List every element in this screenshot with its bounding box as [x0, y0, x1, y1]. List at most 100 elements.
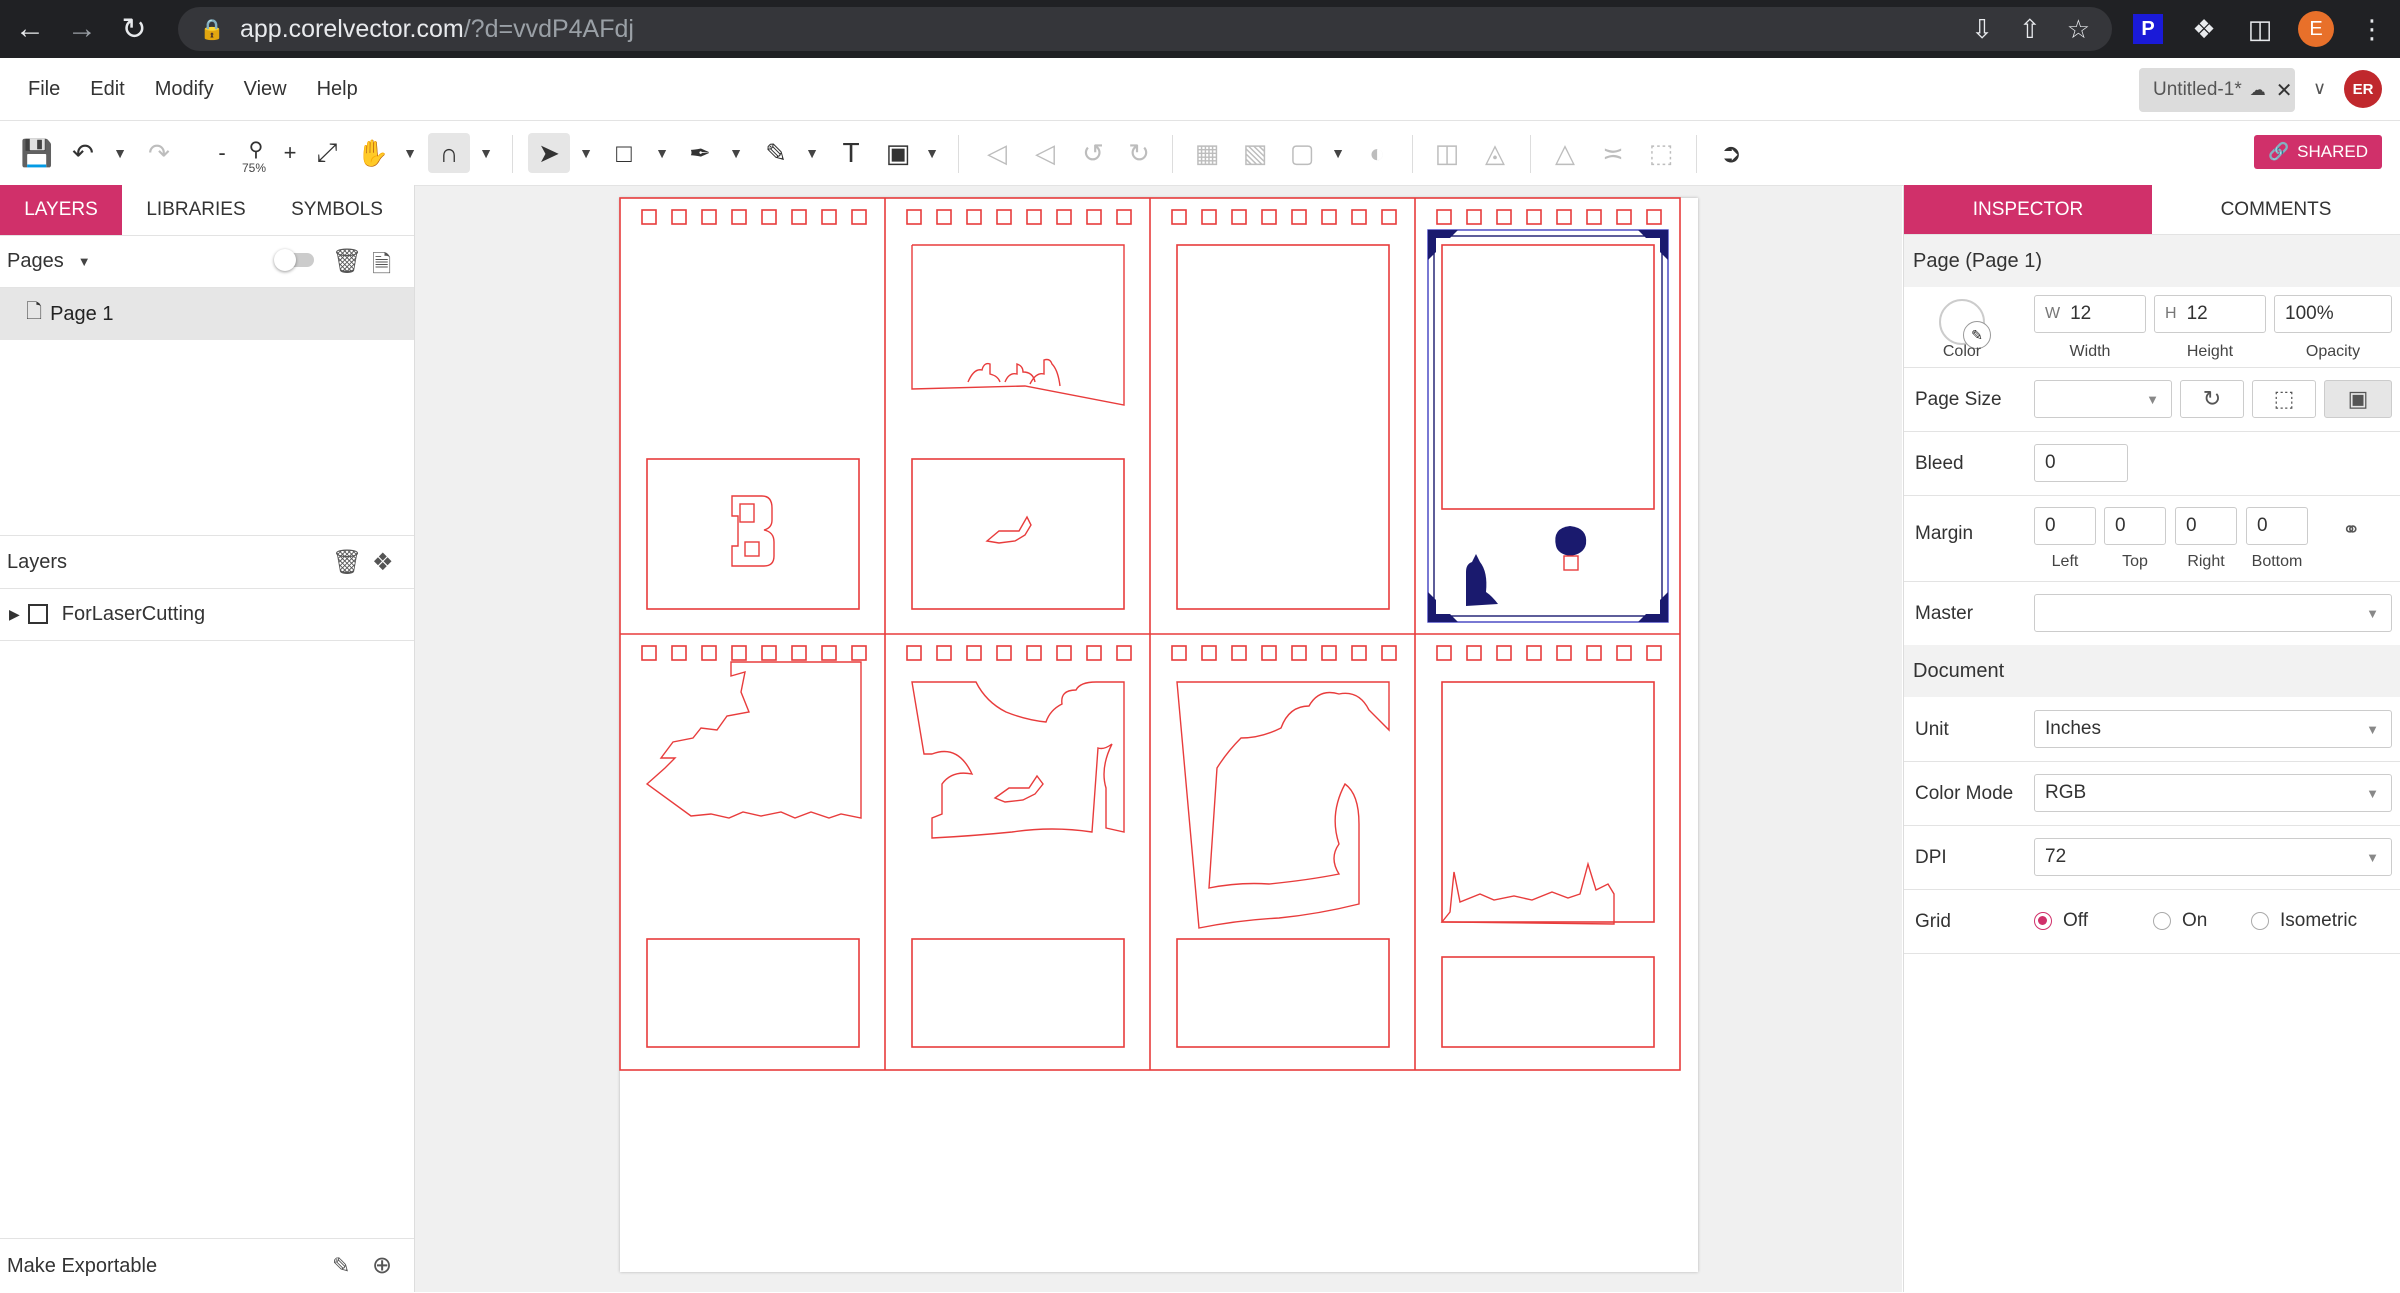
tab-layers[interactable]: LAYERS: [0, 185, 122, 235]
profile-avatar[interactable]: E: [2288, 0, 2344, 58]
hand-tool-icon[interactable]: ✋: [356, 133, 390, 173]
tabs-chevron-icon[interactable]: ∨: [2313, 78, 2326, 99]
sprocket-hole: [1646, 209, 1662, 225]
zoom-out-icon[interactable]: -: [210, 133, 234, 173]
margin-top-input[interactable]: 0: [2104, 507, 2166, 545]
snap-dropdown-icon[interactable]: ▼: [476, 133, 496, 173]
height-input[interactable]: H 12: [2154, 295, 2266, 333]
sprocket-hole: [821, 645, 837, 661]
undo-icon[interactable]: ↶: [66, 133, 100, 173]
sprocket-hole: [1351, 645, 1367, 661]
undo-dropdown-icon[interactable]: ▼: [110, 133, 130, 173]
extensions-puzzle-icon[interactable]: ❖: [2176, 0, 2232, 58]
menu-edit[interactable]: Edit: [90, 78, 124, 101]
page-color-swatch[interactable]: ✎: [1939, 299, 1991, 349]
tab-comments[interactable]: COMMENTS: [2152, 185, 2400, 235]
sprocket-hole: [1086, 209, 1102, 225]
master-select[interactable]: ▼: [2034, 594, 2392, 632]
bookmark-star-icon[interactable]: ☆: [2067, 14, 2090, 45]
pencil-dropdown-icon[interactable]: ▼: [802, 133, 822, 173]
dpi-select[interactable]: 72 ▼: [2034, 838, 2392, 876]
install-icon[interactable]: ⇩: [1971, 14, 1993, 45]
pen-tool-icon[interactable]: ✒: [682, 133, 718, 173]
canvas-area[interactable]: [415, 186, 1902, 1292]
image-tool-icon[interactable]: ▣: [880, 133, 916, 173]
selection-frame[interactable]: [1427, 229, 1669, 623]
menu-view[interactable]: View: [244, 78, 287, 101]
chrome-menu-icon[interactable]: ⋮: [2344, 0, 2400, 58]
margin-bottom-input[interactable]: 0: [2246, 507, 2308, 545]
url-text[interactable]: app.corelvector.com/?d=vvdP4AFdj: [240, 15, 634, 44]
pointer-tool-icon[interactable]: ➤: [528, 133, 570, 173]
color-mode-select[interactable]: RGB ▼: [2034, 774, 2392, 812]
unit-select[interactable]: Inches ▼: [2034, 710, 2392, 748]
share-icon[interactable]: ⇧: [2019, 14, 2041, 45]
width-input[interactable]: W 12: [2034, 295, 2146, 333]
sprocket-hole: [1381, 645, 1397, 661]
grid-on-radio[interactable]: [2153, 912, 2171, 930]
sprocket-hole: [936, 645, 952, 661]
artwork[interactable]: [415, 186, 1902, 1292]
margin-right-input[interactable]: 0: [2175, 507, 2237, 545]
user-avatar[interactable]: ER: [2344, 70, 2382, 108]
menu-help[interactable]: Help: [317, 78, 358, 101]
delete-layer-icon[interactable]: 🗑: [332, 548, 362, 577]
sprocket-hole: [1056, 209, 1072, 225]
delete-page-icon[interactable]: 🗑: [332, 247, 362, 276]
close-tab-icon[interactable]: ✕: [2276, 78, 2293, 103]
pencil-tool-icon[interactable]: ✎: [758, 133, 794, 173]
back-icon[interactable]: ←: [8, 7, 52, 51]
shared-button[interactable]: 🔗 SHARED: [2254, 135, 2382, 169]
address-bar[interactable]: 🔒 app.corelvector.com/?d=vvdP4AFdj ⇩ ⇧ ☆: [178, 7, 2112, 51]
sprocket-hole: [1616, 645, 1632, 661]
forward-icon[interactable]: →: [60, 7, 104, 51]
reload-icon[interactable]: ↻: [112, 7, 156, 51]
add-export-icon[interactable]: ⊕: [372, 1251, 392, 1280]
hand-dropdown-icon[interactable]: ▼: [400, 133, 420, 173]
extension-p-icon[interactable]: P: [2120, 0, 2176, 58]
pen-dropdown-icon[interactable]: ▼: [726, 133, 746, 173]
pages-toggle[interactable]: [274, 249, 314, 271]
page-fit-icon[interactable]: ⬚: [2252, 380, 2316, 418]
text-tool-icon[interactable]: T: [834, 133, 868, 173]
layer-list-item[interactable]: ▶ ForLaserCutting: [0, 588, 414, 641]
tab-inspector[interactable]: INSPECTOR: [1904, 185, 2152, 235]
sprocket-hole: [1171, 209, 1187, 225]
save-icon[interactable]: 💾: [20, 133, 54, 173]
grid-isometric-radio[interactable]: [2251, 912, 2269, 930]
bleed-input[interactable]: 0: [2034, 444, 2128, 482]
expand-layer-icon[interactable]: ▶: [9, 606, 20, 623]
fit-screen-icon[interactable]: ⤢: [310, 133, 344, 173]
orientation-icon[interactable]: ↻: [2180, 380, 2244, 418]
add-layer-icon[interactable]: ❖: [372, 548, 394, 577]
image-dropdown-icon[interactable]: ▼: [922, 133, 942, 173]
page-size-row: Page Size ▼ ↻ ⬚ ▣: [1904, 367, 2400, 432]
page-fill-icon[interactable]: ▣: [2324, 380, 2392, 418]
tab-symbols[interactable]: SYMBOLS: [270, 185, 404, 235]
shape-tool-icon[interactable]: □: [606, 133, 642, 173]
export-settings-icon[interactable]: ✎: [332, 1253, 350, 1279]
side-panel-icon[interactable]: ◫: [2232, 0, 2288, 58]
page-list-item[interactable]: 🗋 Page 1: [0, 288, 414, 340]
tree-fox-scene: [911, 681, 1125, 839]
menu-modify[interactable]: Modify: [155, 78, 214, 101]
link-margins-icon[interactable]: ⚭: [2342, 517, 2360, 543]
pointer-dropdown-icon[interactable]: ▼: [576, 133, 596, 173]
layer-visibility-checkbox[interactable]: [27, 604, 48, 624]
menu-bar: File Edit Modify View Help Untitled-1* ☁…: [0, 58, 2400, 121]
add-page-icon[interactable]: 🗎: [372, 247, 391, 288]
pages-dropdown-icon[interactable]: ▼: [78, 254, 91, 269]
bring-forward-icon: ◫: [1434, 137, 1460, 168]
document-tab[interactable]: Untitled-1* ☁ ✕: [2139, 68, 2295, 112]
opacity-input[interactable]: 100%: [2274, 295, 2392, 333]
export-icon[interactable]: ➲: [1714, 133, 1748, 173]
menu-file[interactable]: File: [28, 78, 60, 101]
shape-dropdown-icon[interactable]: ▼: [652, 133, 672, 173]
snap-magnet-icon[interactable]: ∩: [428, 133, 470, 173]
zoom-in-icon[interactable]: +: [278, 133, 302, 173]
margin-left-input[interactable]: 0: [2034, 507, 2096, 545]
crop-icon: ⬚: [1648, 137, 1674, 168]
page-size-select[interactable]: ▼: [2034, 380, 2172, 418]
grid-off-radio[interactable]: [2034, 912, 2052, 930]
tab-libraries[interactable]: LIBRARIES: [122, 185, 270, 235]
